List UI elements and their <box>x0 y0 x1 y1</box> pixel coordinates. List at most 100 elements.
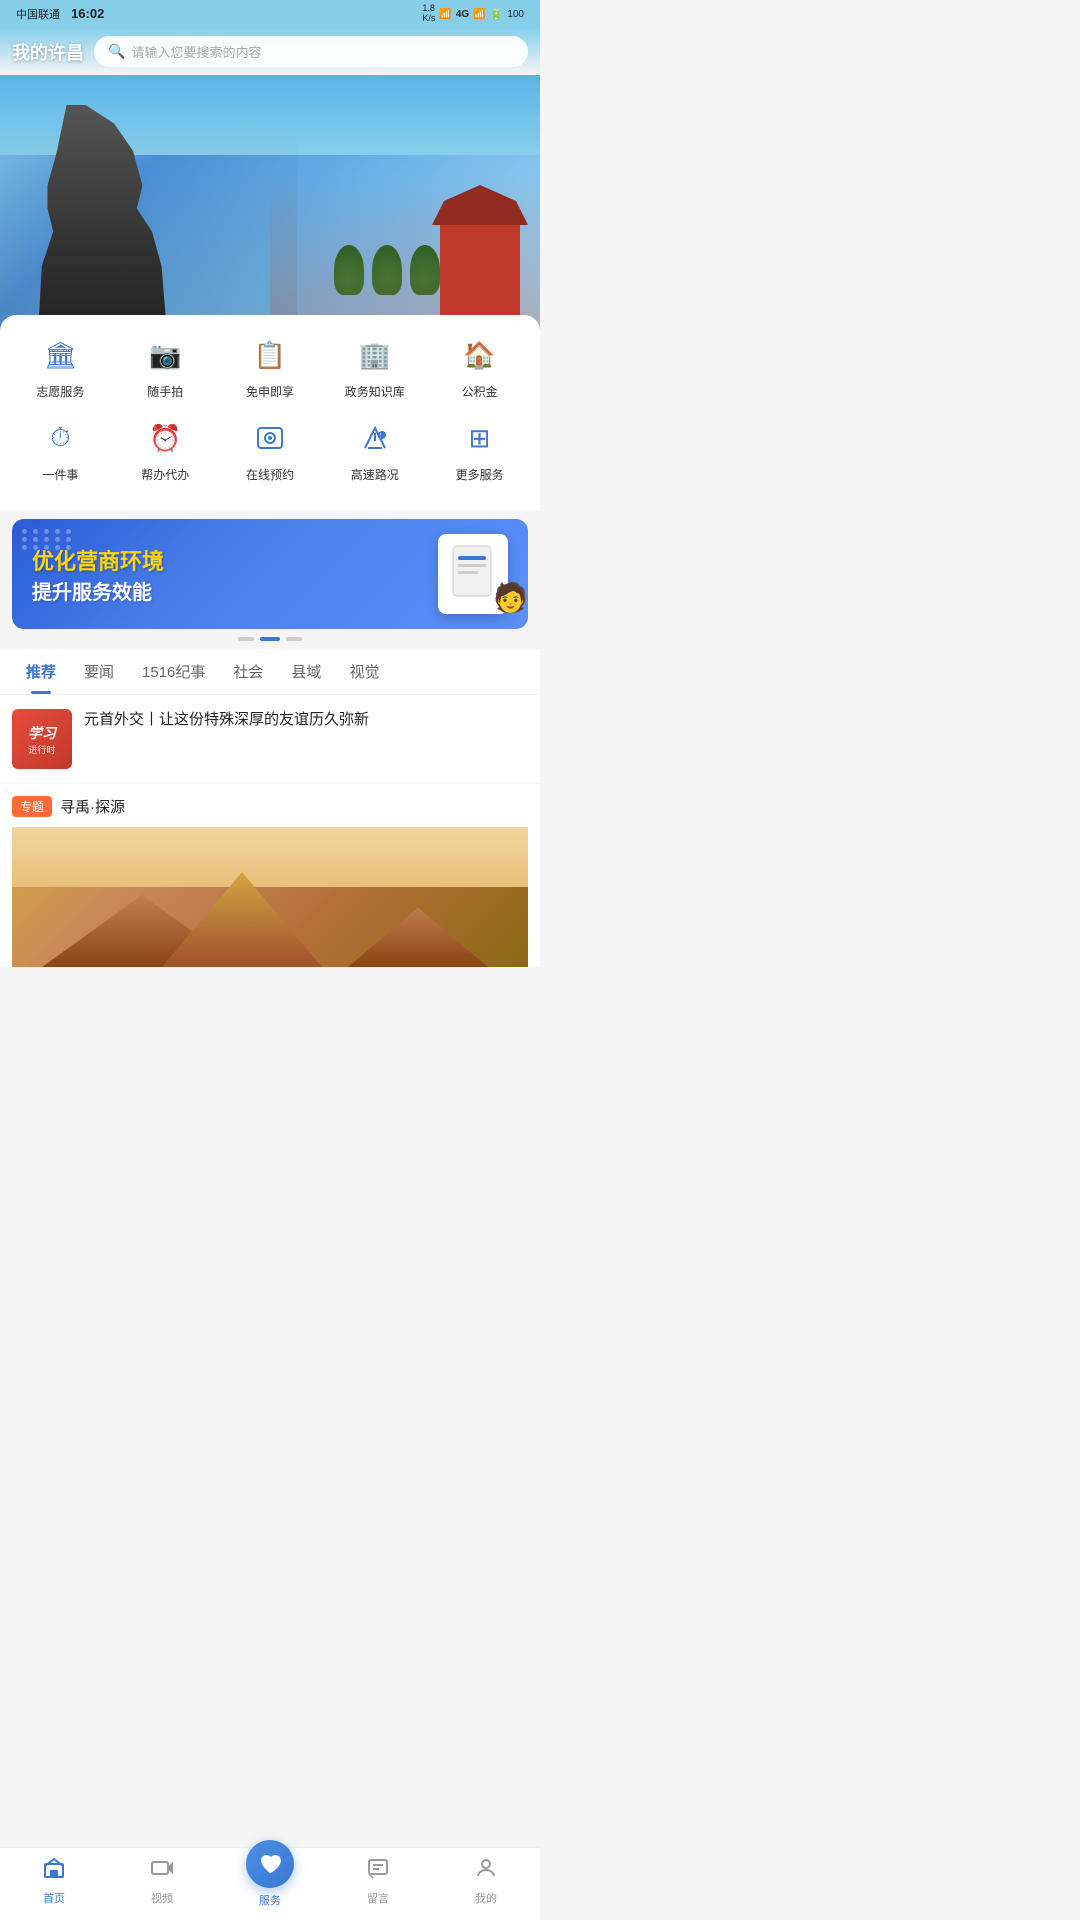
service-row-2: ⏱ 一件事 ⏰ 帮办代办 在线预约 <box>8 416 532 483</box>
news-section: 推荐 要闻 1516纪事 社会 县域 视觉 学习 进行时 元首外交丨让这份特殊深… <box>0 649 540 967</box>
service-grid: 🏛 志愿服务 📷 随手拍 📋 免申即享 🏢 政务知识库 🏠 公积金 ⏱ <box>0 315 540 511</box>
volunteer-label: 志愿服务 <box>36 383 84 400</box>
nav-message[interactable]: 留言 <box>324 1856 432 1908</box>
network-speed: 1.8K/s <box>422 4 435 24</box>
search-bar[interactable]: 🔍 请输入您要搜索的内容 <box>94 36 528 67</box>
service-item-fund[interactable]: 🏠 公积金 <box>427 333 532 400</box>
fund-icon: 🏠 <box>458 333 502 377</box>
free-icon: 📋 <box>248 333 292 377</box>
agent-icon: ⏰ <box>143 416 187 460</box>
fund-label: 公积金 <box>462 383 498 400</box>
search-placeholder: 请输入您要搜索的内容 <box>131 42 261 61</box>
mine-icon <box>474 1856 498 1886</box>
bottom-nav: 首页 视频 服务 留言 <box>0 1847 540 1920</box>
news-title: 元首外交丨让这份特殊深厚的友谊历久弥新 <box>84 709 528 732</box>
service-item-onething[interactable]: ⏱ 一件事 <box>8 416 113 483</box>
topic-title: 寻禹·探源 <box>60 796 125 817</box>
topic-header: 专题 寻禹·探源 <box>12 796 528 817</box>
nav-video[interactable]: 视频 <box>108 1856 216 1908</box>
knowledge-icon: 🏢 <box>353 333 397 377</box>
badge-bottom: 进行时 <box>28 743 56 756</box>
tab-society[interactable]: 社会 <box>219 649 277 694</box>
promo-graphic: 🧑 <box>438 534 508 614</box>
news-badge: 学习 进行时 <box>12 709 72 769</box>
volunteer-icon: 🏛 <box>38 333 82 377</box>
topic-sky <box>12 827 528 887</box>
service-item-agent[interactable]: ⏰ 帮办代办 <box>113 416 218 483</box>
service-row-1: 🏛 志愿服务 📷 随手拍 📋 免申即享 🏢 政务知识库 🏠 公积金 <box>8 333 532 400</box>
highway-icon: ! <box>353 416 397 460</box>
news-tabs: 推荐 要闻 1516纪事 社会 县域 视觉 <box>0 649 540 695</box>
hero-statue <box>0 95 297 335</box>
service-item-appointment[interactable]: 在线预约 <box>218 416 323 483</box>
news-item-0[interactable]: 学习 进行时 元首外交丨让这份特殊深厚的友谊历久弥新 <box>0 695 540 784</box>
app-title: 我的许昌 <box>12 39 84 65</box>
news-content: 元首外交丨让这份特殊深厚的友谊历久弥新 <box>84 709 528 732</box>
topic-tag: 专题 <box>12 796 52 817</box>
status-right: 1.8K/s 📶 4G 📶 🔋 100 <box>422 4 524 24</box>
topic-item[interactable]: 专题 寻禹·探源 <box>0 784 540 967</box>
banner-indicators <box>0 637 540 641</box>
promo-line1: 优化营商环境 <box>32 544 164 576</box>
service-item-knowledge[interactable]: 🏢 政务知识库 <box>322 333 427 400</box>
onething-icon: ⏱ <box>38 416 82 460</box>
svg-text:!: ! <box>380 433 381 439</box>
statue-shape <box>0 105 190 335</box>
nav-mine[interactable]: 我的 <box>432 1856 540 1908</box>
service-item-photo[interactable]: 📷 随手拍 <box>113 333 218 400</box>
promo-text: 优化营商环境 提升服务效能 <box>32 544 164 605</box>
appointment-label: 在线预约 <box>246 466 294 483</box>
service-item-highway[interactable]: ! 高速路况 <box>322 416 427 483</box>
knowledge-label: 政务知识库 <box>345 383 405 400</box>
nav-home[interactable]: 首页 <box>0 1856 108 1908</box>
mountain-3 <box>348 897 488 967</box>
agent-label: 帮办代办 <box>141 466 189 483</box>
tab-headlines[interactable]: 要闻 <box>70 649 128 694</box>
signal-icon: 📶 <box>473 9 485 20</box>
promo-banner[interactable]: 优化营商环境 提升服务效能 🧑 <box>12 519 528 629</box>
promo-line2: 提升服务效能 <box>32 576 164 605</box>
tab-1516[interactable]: 1516纪事 <box>128 649 219 694</box>
hero-buildings <box>270 175 540 335</box>
onething-label: 一件事 <box>42 466 78 483</box>
badge-top: 学习 <box>28 723 56 743</box>
indicator-3[interactable] <box>286 637 302 641</box>
badge-content: 学习 进行时 <box>28 723 56 756</box>
home-label: 首页 <box>43 1890 65 1906</box>
tab-county[interactable]: 县域 <box>277 649 335 694</box>
building-roof <box>420 185 540 225</box>
photo-icon: 📷 <box>143 333 187 377</box>
tab-recommend[interactable]: 推荐 <box>12 649 70 694</box>
wifi-icon: 📶 <box>439 9 451 20</box>
indicator-2[interactable] <box>260 637 280 641</box>
video-label: 视频 <box>151 1890 173 1906</box>
message-icon <box>366 1856 390 1886</box>
more-icon: ⊞ <box>458 416 502 460</box>
indicator-1[interactable] <box>238 637 254 641</box>
highway-label: 高速路况 <box>351 466 399 483</box>
hero-banner <box>0 75 540 335</box>
video-icon <box>150 1856 174 1886</box>
more-label: 更多服务 <box>456 466 504 483</box>
battery-level: 100 <box>507 9 524 20</box>
nav-service[interactable]: 服务 <box>216 1856 324 1908</box>
service-item-volunteer[interactable]: 🏛 志愿服务 <box>8 333 113 400</box>
mine-label: 我的 <box>475 1890 497 1906</box>
photo-label: 随手拍 <box>147 383 183 400</box>
status-carrier-time: 中国联通 16:02 <box>16 6 104 22</box>
status-bar: 中国联通 16:02 1.8K/s 📶 4G 📶 🔋 100 <box>0 0 540 28</box>
free-label: 免申即享 <box>246 383 294 400</box>
cellular-icon: 4G <box>456 9 469 20</box>
battery-icon: 🔋 <box>490 8 504 21</box>
service-label: 服务 <box>259 1892 281 1908</box>
person-figure: 🧑 <box>493 581 528 614</box>
topic-image <box>12 827 528 967</box>
header: 我的许昌 🔍 请输入您要搜索的内容 <box>0 28 540 75</box>
service-item-more[interactable]: ⊞ 更多服务 <box>427 416 532 483</box>
service-item-free[interactable]: 📋 免申即享 <box>218 333 323 400</box>
appointment-icon <box>248 416 292 460</box>
tab-visual[interactable]: 视觉 <box>335 649 393 694</box>
message-label: 留言 <box>367 1890 389 1906</box>
service-icon <box>246 1840 294 1888</box>
home-icon <box>42 1856 66 1886</box>
